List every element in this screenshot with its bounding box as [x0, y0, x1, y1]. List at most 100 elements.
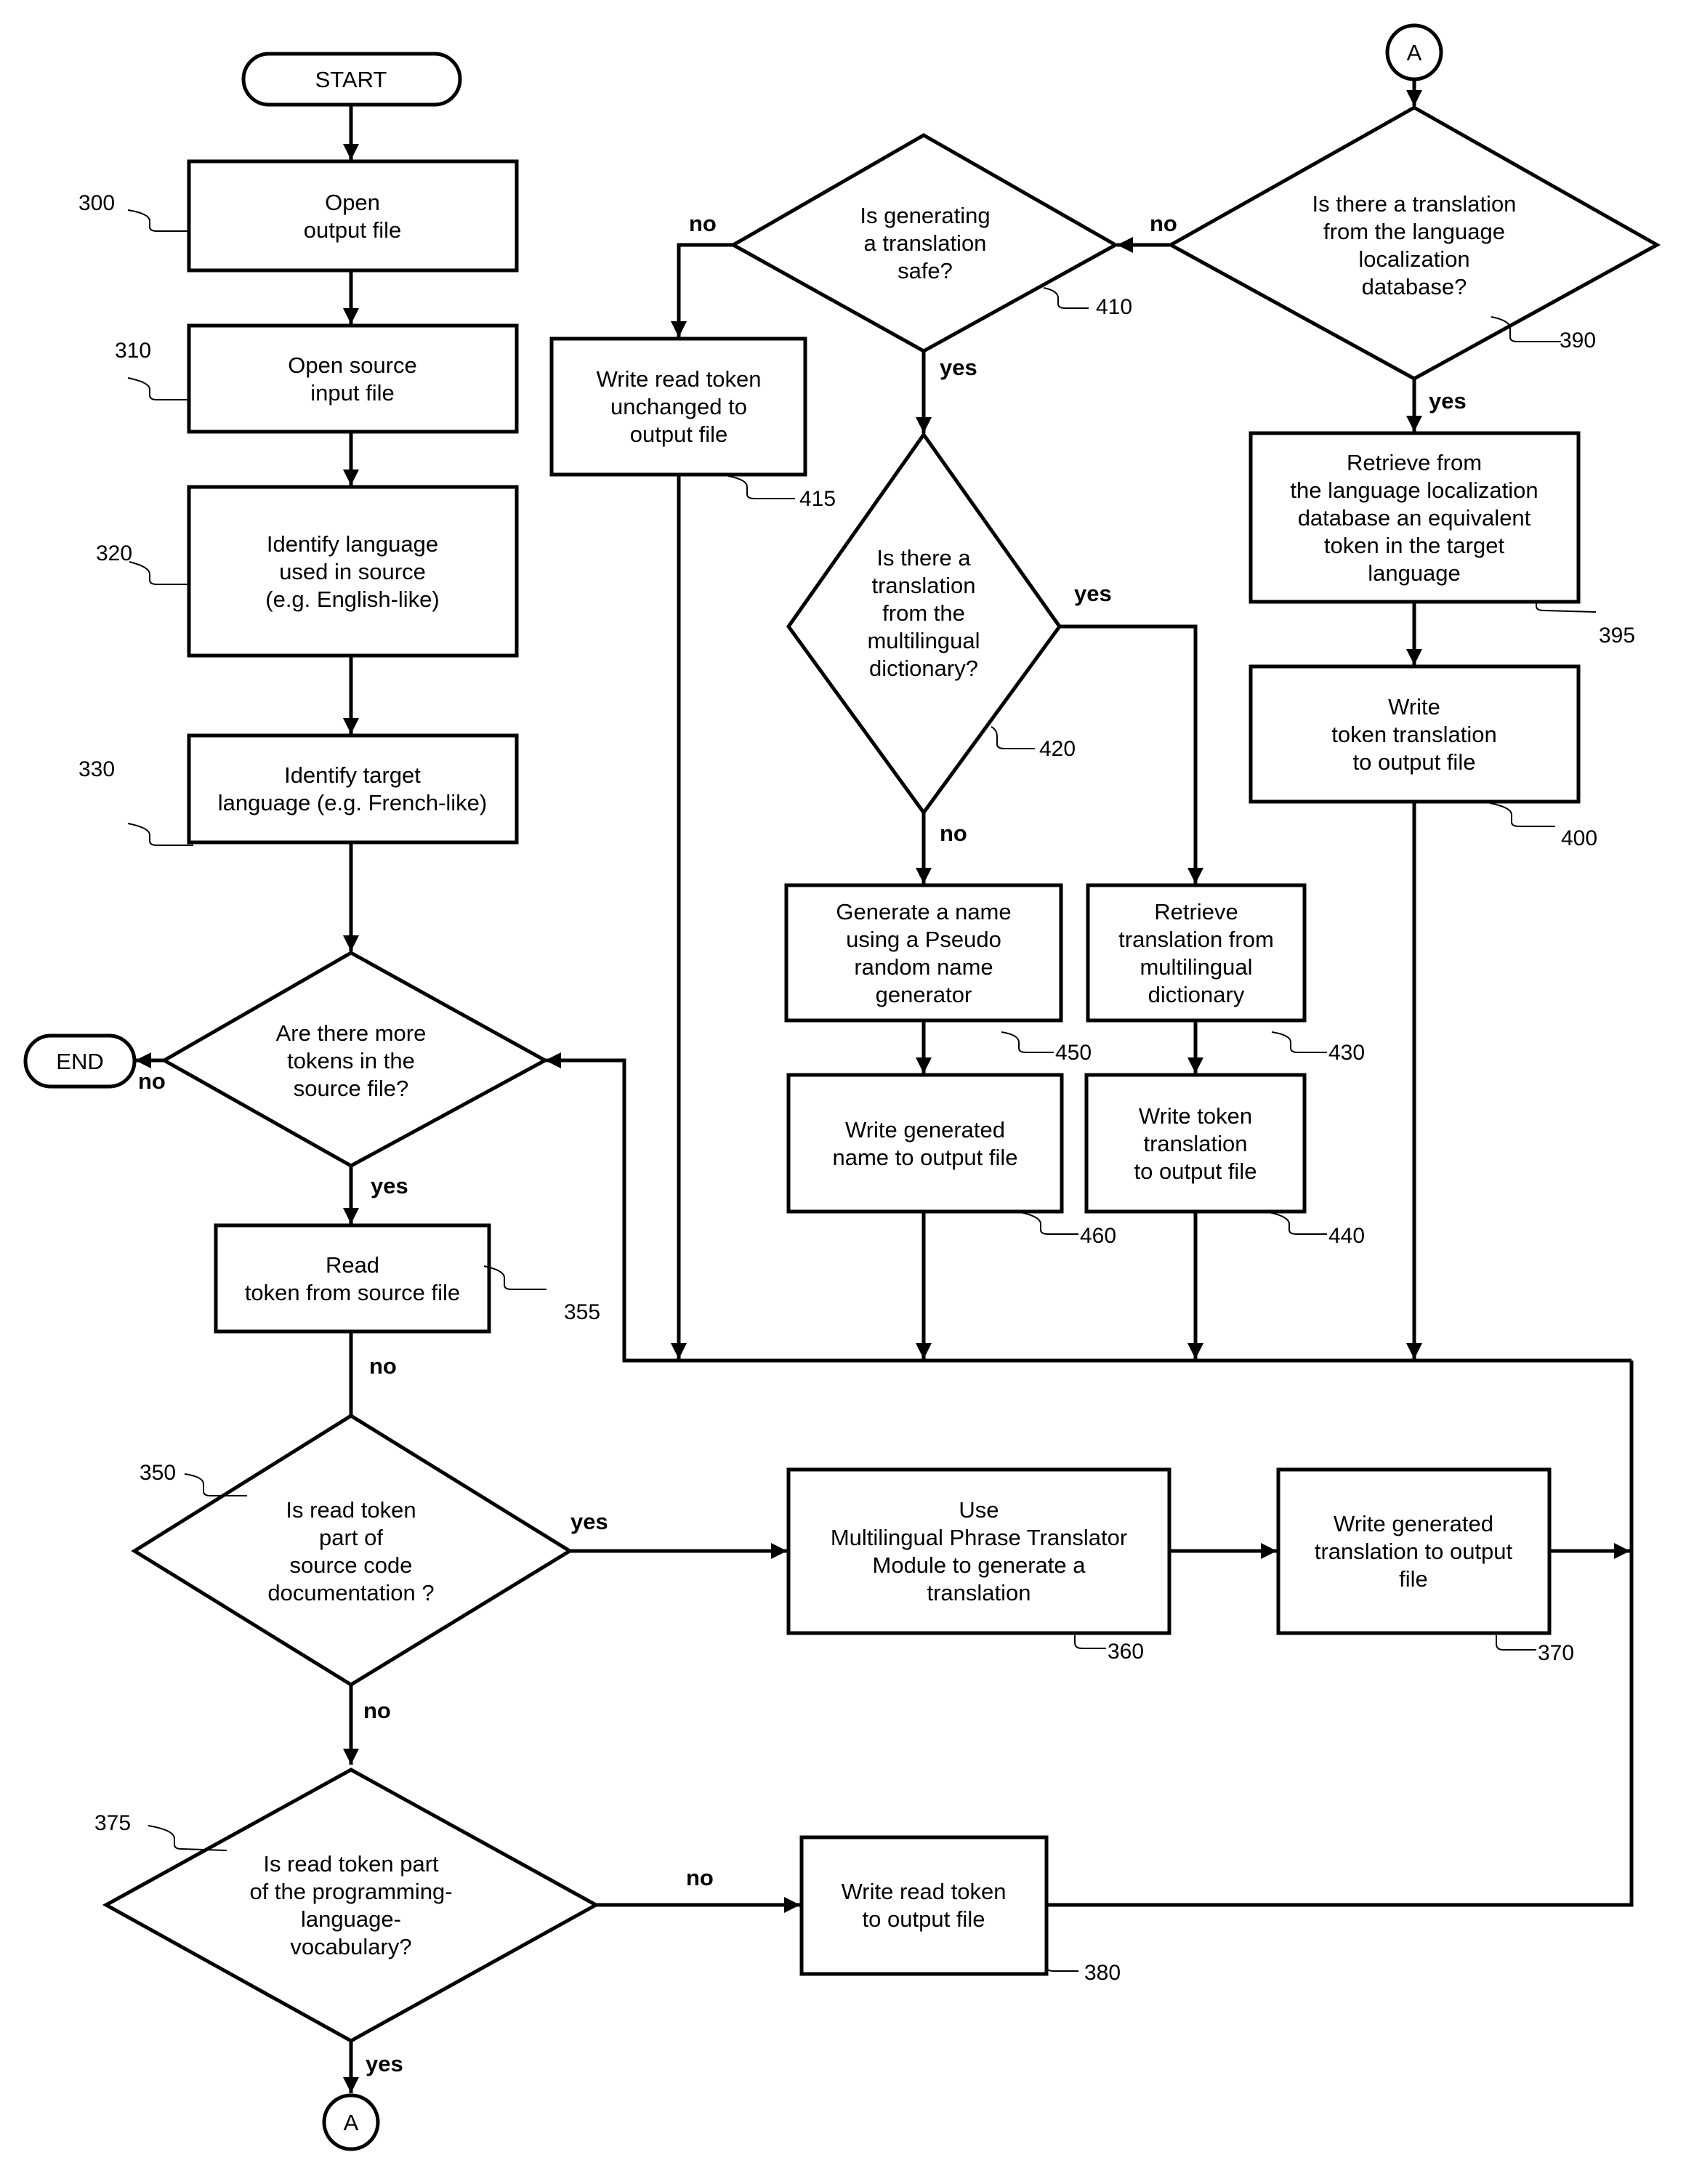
- label-350-yes: yes: [570, 1509, 608, 1534]
- leader-430: [1271, 1031, 1327, 1053]
- ref-395: 395: [1599, 624, 1635, 648]
- text-line: dictionary: [1148, 982, 1245, 1007]
- ref-300: 300: [78, 191, 115, 215]
- text-line: Identify language: [267, 531, 438, 557]
- text-line: multilingual: [1140, 954, 1252, 980]
- step-310: Open source input file: [187, 323, 519, 434]
- end-label: END: [56, 1049, 103, 1074]
- decision-420-text: Is there a translation from the multilingua…: [867, 545, 980, 681]
- text-line: to output file: [863, 1906, 985, 1932]
- text-line: localization: [1358, 246, 1469, 272]
- leader-420: [991, 726, 1035, 749]
- text-line: translation: [871, 573, 975, 598]
- ref-360: 360: [1108, 1640, 1144, 1664]
- start-terminal: START: [241, 52, 462, 107]
- text-line: language: [1368, 560, 1461, 586]
- text-line: Open source: [288, 352, 417, 378]
- leader-380: [1046, 1954, 1078, 1972]
- leader-370: [1496, 1635, 1536, 1651]
- text-line: from the: [882, 600, 965, 626]
- label-340-no: no: [138, 1068, 166, 1094]
- ref-460: 460: [1080, 1224, 1116, 1248]
- step-430: Retrieve translation from multilingual dict…: [1086, 883, 1307, 1023]
- text-line: language-: [301, 1906, 401, 1932]
- text-line: Multilingual Phrase Translator: [831, 1525, 1127, 1550]
- text-line: name to output file: [832, 1145, 1017, 1170]
- ref-415: 415: [799, 487, 836, 511]
- step-330: Identify target language (e.g. French-lik…: [187, 733, 519, 845]
- ref-400: 400: [1561, 826, 1597, 850]
- ref-410: 410: [1096, 295, 1132, 319]
- leader-355: [483, 1265, 547, 1290]
- label-350-no: no: [363, 1698, 391, 1723]
- text-line: Write read token: [597, 366, 762, 392]
- text-line: source code: [290, 1552, 413, 1578]
- text-line: Is read token: [286, 1497, 416, 1523]
- leader-300: [127, 209, 189, 232]
- text-line: Is generating: [860, 203, 990, 228]
- text-line: unchanged to: [610, 394, 747, 419]
- text-line: Is there a translation: [1312, 191, 1517, 217]
- ref-350: 350: [140, 1461, 176, 1485]
- text-line: Open: [325, 190, 380, 215]
- start-label: START: [315, 67, 387, 92]
- text-line: translation: [927, 1580, 1031, 1605]
- text-line: Retrieve from: [1347, 450, 1482, 475]
- label-390-yes: yes: [1429, 388, 1467, 414]
- ref-330: 330: [78, 757, 115, 781]
- decision-410: Is generating a translation safe?: [729, 133, 1120, 353]
- text-line: Identify target: [284, 762, 421, 788]
- step-460: Write generated name to output file: [786, 1073, 1064, 1214]
- connector-a-top-label: A: [1407, 40, 1422, 65]
- text-line: Are there more: [276, 1020, 427, 1046]
- text-line: Generate a name: [836, 899, 1011, 924]
- step-360: Use Multilingual Phrase Translator Module …: [786, 1467, 1171, 1635]
- text-line: tokens in the: [287, 1048, 415, 1073]
- leader-360: [1074, 1635, 1106, 1649]
- text-line: safe?: [898, 258, 953, 283]
- label-410-no: no: [689, 211, 717, 236]
- text-line: Read: [326, 1252, 379, 1278]
- text-line: output file: [630, 422, 727, 447]
- text-line: translation: [1143, 1131, 1247, 1156]
- leader-320: [129, 561, 189, 585]
- text-line: Write: [1388, 694, 1440, 720]
- text-line: part of: [319, 1525, 383, 1550]
- text-line: input file: [310, 380, 394, 406]
- text-line: multilingual: [867, 628, 980, 653]
- text-line: database?: [1362, 274, 1467, 299]
- text-line: the language localization: [1290, 478, 1538, 503]
- text-line: translation from: [1118, 927, 1274, 952]
- text-line: Module to generate a: [873, 1552, 1086, 1578]
- step-300: Open output file: [187, 159, 519, 273]
- ref-375: 375: [94, 1811, 131, 1835]
- connector-a-bottom: A: [322, 2093, 380, 2151]
- text-line: dictionary?: [869, 656, 978, 681]
- text-line: source file?: [294, 1076, 409, 1101]
- label-410-yes: yes: [940, 355, 977, 380]
- text-line: from the language: [1323, 219, 1505, 244]
- flowchart: START END A A Open output file Open sourc…: [23, 23, 1661, 2151]
- label-340-yes: yes: [371, 1173, 408, 1198]
- leader-460: [1020, 1212, 1078, 1235]
- text-line: of the programming-: [249, 1879, 452, 1904]
- text-line: Retrieve: [1154, 899, 1238, 924]
- text-line: Write token: [1139, 1103, 1252, 1129]
- text-line: Is read token part: [263, 1851, 439, 1877]
- leader-450: [1001, 1031, 1054, 1053]
- label-390-no: no: [1150, 211, 1177, 236]
- text-line: used in source: [279, 559, 426, 584]
- step-440: Write token translation to output file: [1084, 1073, 1307, 1214]
- step-415: Write read token unchanged to output file: [549, 337, 807, 477]
- text-line: file: [1399, 1566, 1428, 1592]
- label-420-no: no: [940, 821, 967, 846]
- ref-440: 440: [1328, 1224, 1365, 1248]
- ref-430: 430: [1328, 1041, 1365, 1065]
- leader-310: [127, 377, 189, 400]
- step-380: Write read token to output file: [799, 1835, 1049, 1976]
- text-line: (e.g. English-like): [265, 587, 439, 612]
- arrow-410-no-to-415: [671, 243, 733, 337]
- end-terminal: END: [23, 1033, 137, 1089]
- label-355-no: no: [369, 1353, 397, 1379]
- text-line: Write generated: [1334, 1511, 1493, 1536]
